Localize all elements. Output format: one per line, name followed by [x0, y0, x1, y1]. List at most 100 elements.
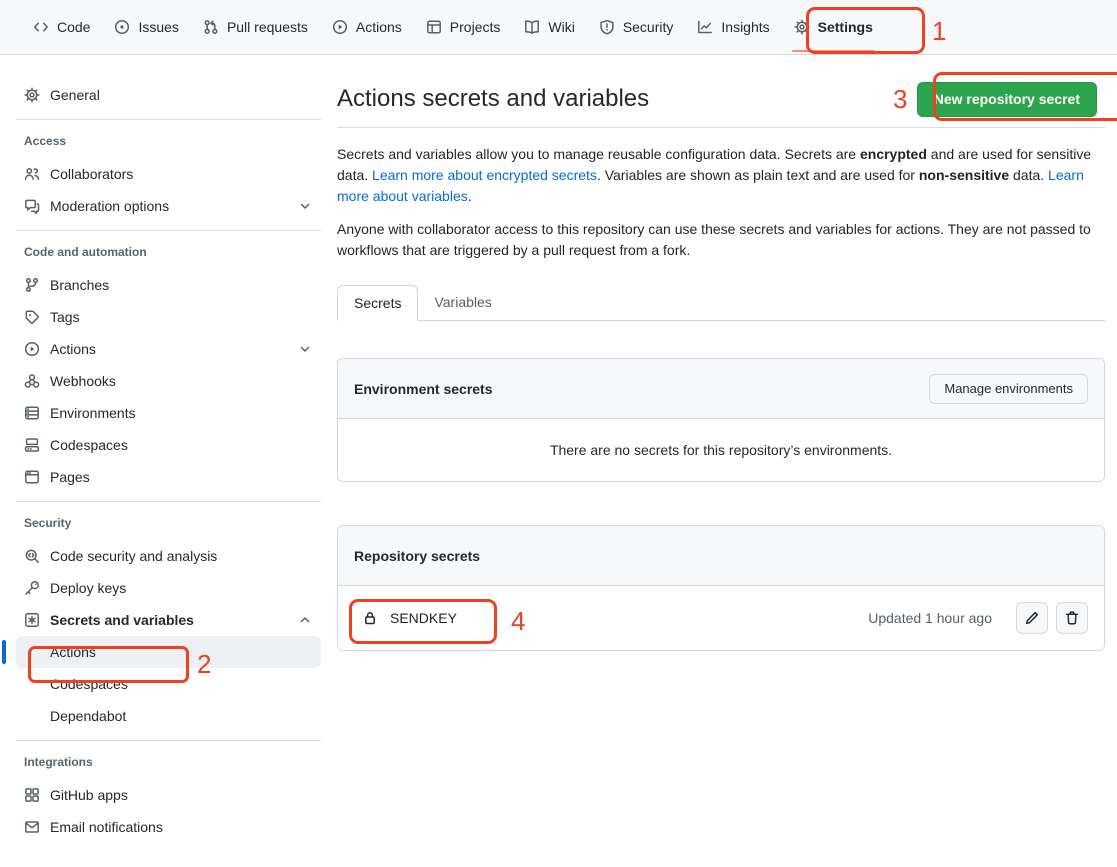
tab-insights[interactable]: Insights — [685, 0, 781, 54]
table-icon — [426, 19, 442, 35]
sidebar-item-secrets-and-variables[interactable]: Secrets and variables — [16, 604, 321, 636]
sidebar-item-collaborators[interactable]: Collaborators — [16, 158, 321, 190]
tab-security-label: Security — [623, 19, 674, 35]
graph-icon — [697, 19, 713, 35]
sidebar-subitem-actions[interactable]: Actions — [16, 636, 321, 668]
shield-icon — [599, 19, 615, 35]
sidebar-item-label: Actions — [50, 341, 287, 357]
tab-insights-label: Insights — [721, 19, 769, 35]
environment-secrets-title: Environment secrets — [354, 381, 493, 397]
sidebar-divider — [16, 230, 321, 231]
description-bold-non-sensitive: non-sensitive — [919, 167, 1009, 183]
sidebar-divider — [16, 501, 321, 502]
codescan-icon — [24, 548, 40, 564]
sidebar-item-label: Code security and analysis — [50, 548, 217, 564]
code-icon — [33, 19, 49, 35]
people-icon — [24, 166, 40, 182]
sidebar-item-label: Pages — [50, 469, 90, 485]
git-pull-request-icon — [203, 19, 219, 35]
sidebar-item-actions[interactable]: Actions — [16, 333, 321, 365]
sidebar-item-branches[interactable]: Branches — [16, 269, 321, 301]
tab-actions[interactable]: Actions — [320, 0, 414, 54]
sidebar-item-label: Codespaces — [50, 437, 128, 453]
sidebar-item-code-security[interactable]: Code security and analysis — [16, 540, 321, 572]
description-text: data. — [1009, 167, 1048, 183]
sidebar-section-security: Security — [16, 516, 321, 530]
play-icon — [24, 341, 40, 357]
sidebar-item-label: Tags — [50, 309, 80, 325]
repository-secrets-title: Repository secrets — [354, 548, 480, 564]
sidebar-item-github-apps[interactable]: GitHub apps — [16, 779, 321, 811]
asterisk-box-icon — [24, 612, 40, 628]
sidebar-item-webhooks[interactable]: Webhooks — [16, 365, 321, 397]
tab-settings[interactable]: Settings — [782, 0, 885, 54]
comment-discussion-icon — [24, 198, 40, 214]
chevron-down-icon — [297, 341, 313, 357]
tab-wiki-label: Wiki — [548, 19, 574, 35]
sidebar-item-label: Actions — [50, 644, 96, 660]
sidebar-divider — [16, 119, 321, 120]
link-learn-more-encrypted-secrets[interactable]: Learn more about encrypted secrets — [372, 167, 597, 183]
sidebar-section-integrations: Integrations — [16, 755, 321, 769]
gear-icon — [794, 19, 810, 35]
tab-variables[interactable]: Variables — [418, 285, 507, 320]
page-title: Actions secrets and variables — [337, 85, 649, 113]
edit-secret-button[interactable] — [1016, 602, 1048, 634]
sidebar-divider — [16, 740, 321, 741]
codespaces-icon — [24, 437, 40, 453]
sidebar-section-access: Access — [16, 134, 321, 148]
sidebar-item-label: GitHub apps — [50, 787, 128, 803]
sidebar-subitem-codespaces[interactable]: Codespaces — [16, 668, 321, 700]
tab-wiki[interactable]: Wiki — [512, 0, 586, 54]
sidebar-section-code-automation: Code and automation — [16, 245, 321, 259]
sidebar-item-label: Collaborators — [50, 166, 133, 182]
chevron-down-icon — [297, 198, 313, 214]
secret-row-sendkey: SENDKEY Updated 1 hour ago — [338, 586, 1104, 650]
tab-pull-requests[interactable]: Pull requests — [191, 0, 320, 54]
manage-environments-button[interactable]: Manage environments — [929, 374, 1088, 404]
gear-icon — [24, 87, 40, 103]
sidebar-subitem-dependabot[interactable]: Dependabot — [16, 700, 321, 732]
sidebar-item-label: Webhooks — [50, 373, 116, 389]
sidebar-item-pages[interactable]: Pages — [16, 461, 321, 493]
sidebar-item-codespaces[interactable]: Codespaces — [16, 429, 321, 461]
tab-projects[interactable]: Projects — [414, 0, 513, 54]
sidebar-item-label: Codespaces — [50, 676, 128, 692]
sidebar-item-deploy-keys[interactable]: Deploy keys — [16, 572, 321, 604]
sidebar-item-label: Deploy keys — [50, 580, 126, 596]
sidebar-item-label: Email notifications — [50, 819, 163, 835]
tab-code-label: Code — [57, 19, 90, 35]
sidebar-item-environments[interactable]: Environments — [16, 397, 321, 429]
sidebar-item-moderation-options[interactable]: Moderation options — [16, 190, 321, 222]
tab-issues[interactable]: Issues — [102, 0, 190, 54]
tab-settings-label: Settings — [818, 19, 873, 35]
git-branch-icon — [24, 277, 40, 293]
sidebar-item-label: Dependabot — [50, 708, 126, 724]
new-repository-secret-button[interactable]: New repository secret — [917, 82, 1097, 117]
sidebar-item-label: Moderation options — [50, 198, 287, 214]
sidebar-item-tags[interactable]: Tags — [16, 301, 321, 333]
apps-icon — [24, 787, 40, 803]
tab-secrets[interactable]: Secrets — [337, 285, 418, 321]
tab-code[interactable]: Code — [21, 0, 102, 54]
delete-secret-button[interactable] — [1056, 602, 1088, 634]
secrets-variables-tabbar: Secrets Variables — [337, 285, 1105, 321]
sidebar-item-label: Environments — [50, 405, 136, 421]
browser-icon — [24, 469, 40, 485]
sidebar-item-email-notifications[interactable]: Email notifications — [16, 811, 321, 843]
trash-icon — [1064, 610, 1080, 626]
description-text: . — [468, 188, 472, 204]
tab-issues-label: Issues — [138, 19, 178, 35]
webhook-icon — [24, 373, 40, 389]
description-text: . Variables are shown as plain text and … — [597, 167, 919, 183]
tab-security[interactable]: Security — [587, 0, 686, 54]
server-icon — [24, 405, 40, 421]
environment-secrets-box: Environment secrets Manage environments … — [337, 358, 1105, 482]
lock-icon — [362, 610, 378, 626]
sidebar-item-label: Branches — [50, 277, 109, 293]
settings-sidebar: General Access Collaborators Moderation … — [0, 55, 337, 843]
chevron-up-icon — [297, 612, 313, 628]
sidebar-item-general[interactable]: General — [16, 79, 321, 111]
secret-name: SENDKEY — [390, 610, 457, 626]
pencil-icon — [1024, 610, 1040, 626]
